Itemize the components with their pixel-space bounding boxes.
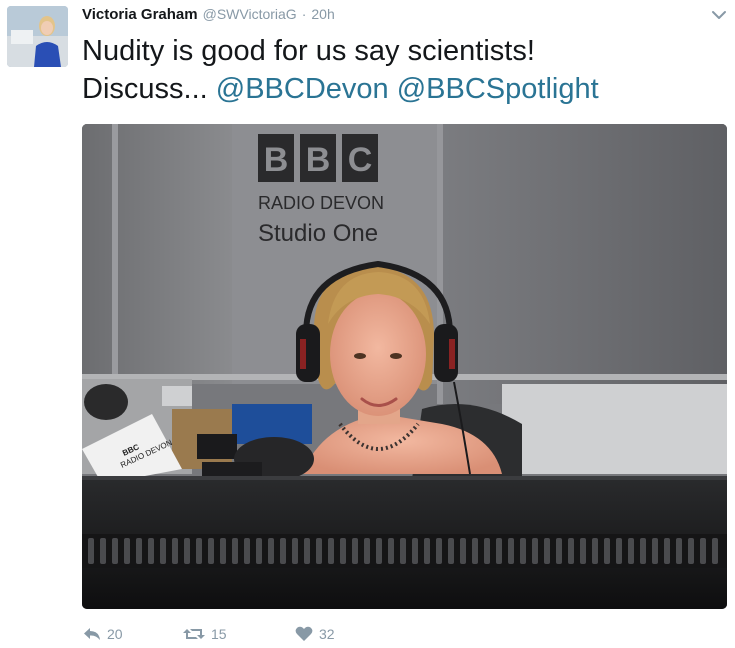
retweet-icon (183, 627, 205, 641)
vent-slot (664, 538, 670, 564)
vent-slot (244, 538, 250, 564)
vent-slot (340, 538, 346, 564)
tweet-actions: 20 15 32 (83, 624, 335, 644)
vent-slot (112, 538, 118, 564)
sign-line-2: Studio One (258, 220, 378, 247)
vent-slot (136, 538, 142, 564)
vent-slot (232, 538, 238, 564)
vent-slot (556, 538, 562, 564)
wall-right (442, 124, 727, 404)
vent-slot (256, 538, 262, 564)
like-count: 32 (319, 626, 335, 642)
vent-slot (712, 538, 718, 564)
vent-slot (400, 538, 406, 564)
vent-slot (448, 538, 454, 564)
vent-slot (364, 538, 370, 564)
vent-slot (592, 538, 598, 564)
vent-slot (460, 538, 466, 564)
vent-slot (100, 538, 106, 564)
reply-icon (83, 627, 101, 641)
wall-left (82, 124, 232, 384)
monitor (82, 476, 727, 609)
tweet-text-prefix: Discuss... (82, 73, 216, 105)
tweet-text: Nudity is good for us say scientists! Di… (82, 32, 722, 108)
vent-slot (424, 538, 430, 564)
vent-slot (412, 538, 418, 564)
tweet-timestamp[interactable]: 20h (311, 6, 334, 22)
sign-letter-2: B (306, 141, 331, 179)
vent-slot (640, 538, 646, 564)
vent-slot (148, 538, 154, 564)
vent-slot (316, 538, 322, 564)
avatar[interactable] (7, 6, 68, 67)
retweet-count: 15 (211, 626, 227, 642)
vent-slot (496, 538, 502, 564)
avatar-image (7, 6, 68, 67)
studio-photo: B B C RADIO DEVON Studio One BBC RADIO D… (82, 124, 727, 609)
vent-slot (352, 538, 358, 564)
tweet: Victoria Graham @SWVictoriaG · 20h Nudit… (0, 0, 735, 648)
vent-slot (160, 538, 166, 564)
author-name[interactable]: Victoria Graham (82, 6, 198, 23)
tweet-header: Victoria Graham @SWVictoriaG · 20h (82, 6, 335, 26)
vent-slot (688, 538, 694, 564)
sign-letter-3: C (348, 141, 373, 179)
vent-slot (304, 538, 310, 564)
vent-slot (172, 538, 178, 564)
vent-slot (580, 538, 586, 564)
vent-slot (604, 538, 610, 564)
vent-slot (484, 538, 490, 564)
vent-slot (520, 538, 526, 564)
vent-slot (268, 538, 274, 564)
tweet-photo[interactable]: B B C RADIO DEVON Studio One BBC RADIO D… (82, 124, 727, 609)
vent-slot (436, 538, 442, 564)
vent-slot (532, 538, 538, 564)
vent-slot (700, 538, 706, 564)
mention-bbcspotlight[interactable]: @BBCSpotlight (397, 73, 599, 105)
retweet-button[interactable]: 15 (183, 626, 295, 642)
reply-count: 20 (107, 626, 123, 642)
sign-letter-1: B (264, 141, 289, 179)
vent-slot (508, 538, 514, 564)
vent-slot (544, 538, 550, 564)
vent-slot (652, 538, 658, 564)
vent-slot (616, 538, 622, 564)
vent-slot (124, 538, 130, 564)
vent-slot (472, 538, 478, 564)
header-separator: · (301, 6, 307, 22)
like-button[interactable]: 32 (295, 626, 335, 642)
mention-bbcdevon[interactable]: @BBCDevon (216, 73, 389, 105)
vent-slot (628, 538, 634, 564)
vent-slot (280, 538, 286, 564)
vent-slot (196, 538, 202, 564)
vent-slot (568, 538, 574, 564)
vent-slot (220, 538, 226, 564)
chevron-down-icon[interactable] (711, 8, 727, 20)
vent-slot (292, 538, 298, 564)
vent-slot (376, 538, 382, 564)
sign-line-1: RADIO DEVON (258, 193, 384, 213)
author-handle[interactable]: @SWVictoriaG (203, 6, 297, 22)
vent-slot (208, 538, 214, 564)
heart-icon (295, 626, 313, 642)
vent-slot (88, 538, 94, 564)
vent-slot (676, 538, 682, 564)
vent-slot (184, 538, 190, 564)
tweet-text-line-1: Nudity is good for us say scientists! (82, 35, 535, 67)
reply-button[interactable]: 20 (83, 626, 183, 642)
vent-slot (388, 538, 394, 564)
vent-slot (328, 538, 334, 564)
tweet-text-line-2: Discuss... @BBCDevon @BBCSpotlight (82, 70, 722, 108)
